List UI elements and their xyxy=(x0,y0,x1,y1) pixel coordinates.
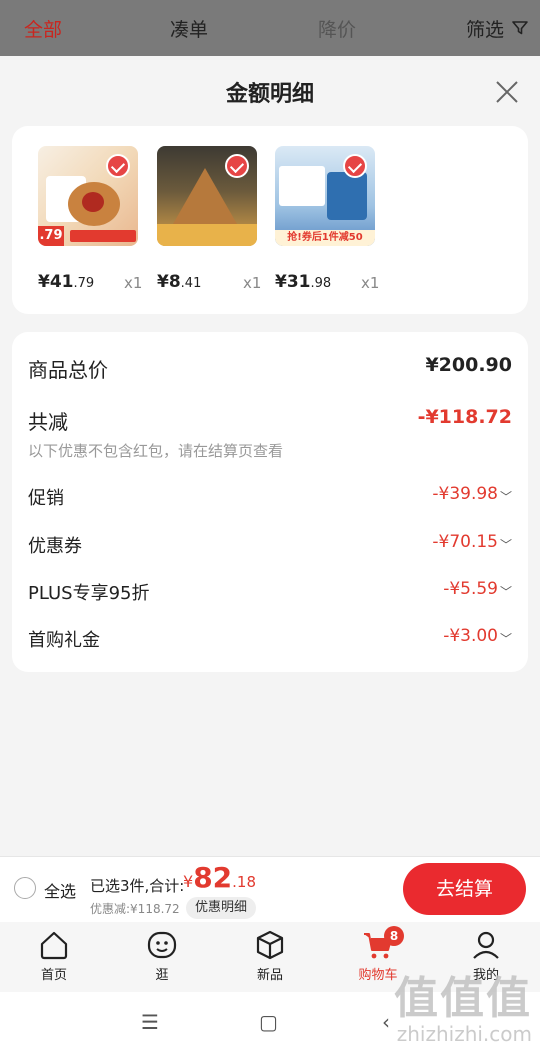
discount-label: 优惠券 xyxy=(28,536,82,557)
user-icon xyxy=(473,931,499,959)
home-square-icon[interactable]: ▢ xyxy=(259,1010,278,1034)
checkout-button[interactable]: 去结算 xyxy=(403,863,526,915)
product-item[interactable]: 抢!券后1件减50 ¥31.98 x1 xyxy=(275,146,380,292)
product-thumbnail xyxy=(157,146,257,246)
selected-check-icon[interactable] xyxy=(106,154,130,178)
total-label: 商品总价 xyxy=(28,358,108,382)
select-all-checkbox[interactable] xyxy=(14,877,36,899)
select-all-label[interactable]: 全选 xyxy=(44,878,76,902)
product-list: .79 ¥41.79 x1 ¥8.41 x1 抢!券后1件减50 ¥31.98 … xyxy=(12,126,528,314)
nav-browse[interactable]: 逛 xyxy=(122,930,202,983)
product-price: ¥8.41 xyxy=(157,272,202,292)
saved-amount: 优惠减:¥118.72 xyxy=(90,902,180,916)
product-item[interactable]: ¥8.41 x1 xyxy=(157,146,262,292)
selected-check-icon[interactable] xyxy=(225,154,249,178)
product-quantity: x1 xyxy=(124,274,143,292)
menu-icon[interactable]: ☰ xyxy=(141,1010,159,1034)
home-icon xyxy=(40,931,68,960)
watermark: 值值值 zhizhizhi.com xyxy=(394,973,532,1046)
tab-filter[interactable]: 筛选 xyxy=(466,15,504,42)
close-icon[interactable] xyxy=(493,78,521,106)
chevron-down-icon[interactable]: ﹀ xyxy=(500,630,512,647)
chevron-down-icon[interactable]: ﹀ xyxy=(500,536,512,553)
discount-label: 首购礼金 xyxy=(28,630,100,651)
tab-price-drop[interactable]: 降价 xyxy=(318,15,356,42)
chevron-down-icon[interactable]: ﹀ xyxy=(500,583,512,600)
discount-detail-button[interactable]: 优惠明细 xyxy=(186,897,257,919)
product-item[interactable]: .79 ¥41.79 x1 xyxy=(38,146,143,292)
product-price: ¥31.98 xyxy=(275,272,332,292)
discount-total-value: -¥118.72 xyxy=(417,406,512,428)
nav-home[interactable]: 首页 xyxy=(14,930,94,983)
total-value: ¥200.90 xyxy=(425,354,512,376)
product-promo-tag: .79 xyxy=(38,226,64,246)
cart-count-badge: 8 xyxy=(384,926,404,946)
amount-breakdown: 商品总价 ¥200.90 共减 -¥118.72 以下优惠不包含红包，请在结算页… xyxy=(12,332,528,672)
nav-new[interactable]: 新品 xyxy=(230,930,310,983)
box-icon xyxy=(256,930,284,960)
chevron-down-icon[interactable]: ﹀ xyxy=(500,488,512,505)
discount-label: PLUS专享95折 xyxy=(28,583,150,604)
selected-summary: 已选3件,合计: xyxy=(90,877,185,895)
discount-total-label: 共减 xyxy=(28,410,68,434)
product-promo-tag: 抢!券后1件减50 xyxy=(275,230,375,246)
tab-bundle[interactable]: 凑单 xyxy=(170,15,208,42)
top-tab-bar: 全部 凑单 降价 筛选 xyxy=(0,0,540,56)
product-thumbnail: .79 xyxy=(38,146,138,246)
funnel-icon[interactable] xyxy=(512,20,528,36)
product-quantity: x1 xyxy=(361,274,380,292)
amount-detail-sheet: 金额明细 .79 ¥41.79 x1 ¥8.41 x1 抢!券后1件减50 ¥3… xyxy=(0,56,540,856)
discount-label: 促销 xyxy=(28,488,64,509)
total-sum: ¥82.18 xyxy=(183,861,257,894)
selected-check-icon[interactable] xyxy=(343,154,367,178)
sheet-title: 金额明细 xyxy=(225,82,314,107)
face-icon xyxy=(147,931,177,959)
checkout-bar: 全选 已选3件,合计: ¥82.18 优惠减:¥118.72 优惠明细 去结算 xyxy=(0,856,540,922)
product-thumbnail: 抢!券后1件减50 xyxy=(275,146,375,246)
back-icon[interactable]: ‹ xyxy=(382,1010,390,1034)
product-quantity: x1 xyxy=(243,274,262,292)
discount-note: 以下优惠不包含红包，请在结算页查看 xyxy=(28,442,284,460)
tab-all[interactable]: 全部 xyxy=(24,15,62,42)
product-price: ¥41.79 xyxy=(38,272,95,292)
